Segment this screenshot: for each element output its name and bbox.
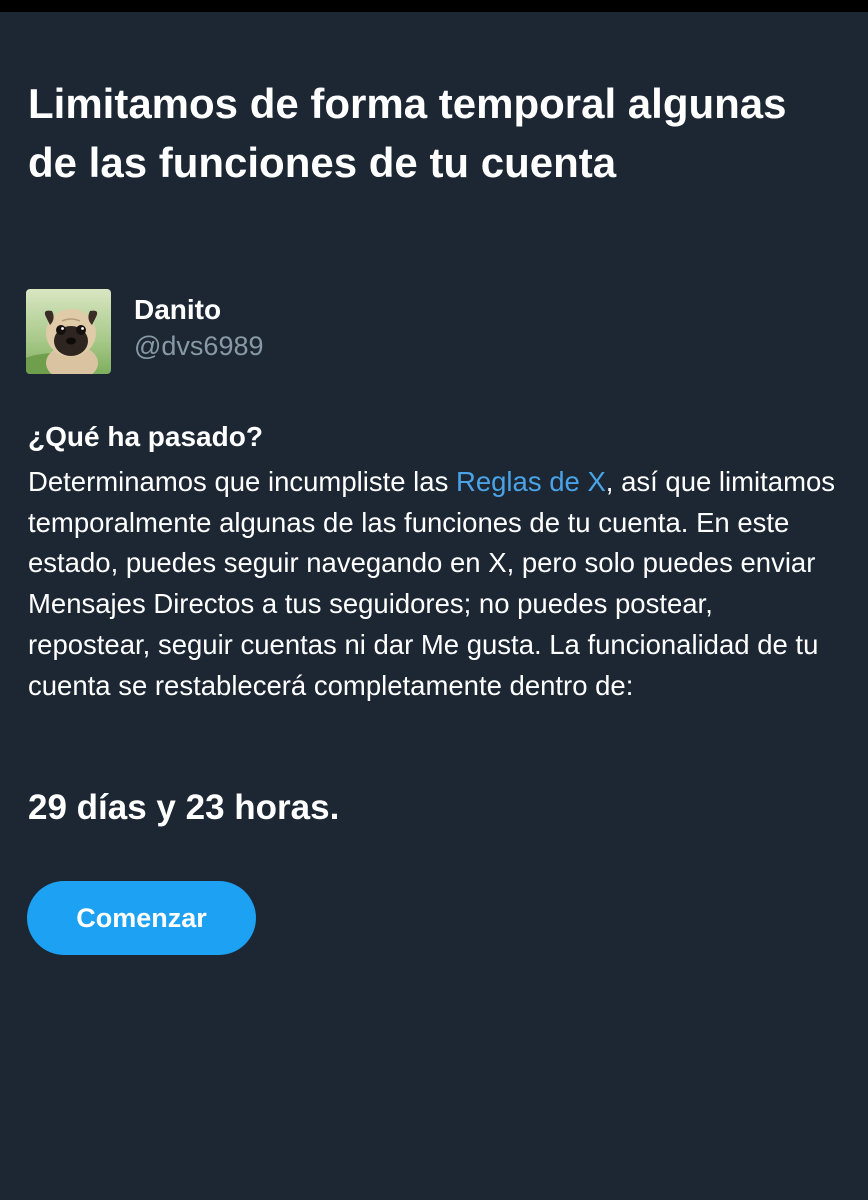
display-name: Danito: [134, 294, 222, 325]
start-button[interactable]: Comenzar: [27, 881, 256, 955]
explanation-text-start: Determinamos que incumpliste las: [28, 466, 456, 497]
restriction-explanation: Determinamos que incumpliste las Reglas …: [28, 462, 840, 706]
profile-text: Danito @dvs6989: [134, 292, 264, 364]
explanation-text-end: , así que limitamos temporalmente alguna…: [28, 466, 836, 701]
avatar: [26, 288, 111, 374]
username-handle: @dvs6989: [134, 331, 264, 361]
pug-avatar-icon: [26, 288, 111, 374]
page-title: Limitamos de forma temporal algunas de l…: [28, 80, 787, 186]
what-happened-heading: ¿Qué ha pasado?: [28, 421, 263, 452]
remaining-time: 29 días y 23 horas.: [28, 788, 340, 827]
status-bar-strip: [0, 0, 868, 12]
account-profile: Danito @dvs6989: [26, 288, 264, 374]
x-rules-link[interactable]: Reglas de X: [456, 466, 606, 497]
